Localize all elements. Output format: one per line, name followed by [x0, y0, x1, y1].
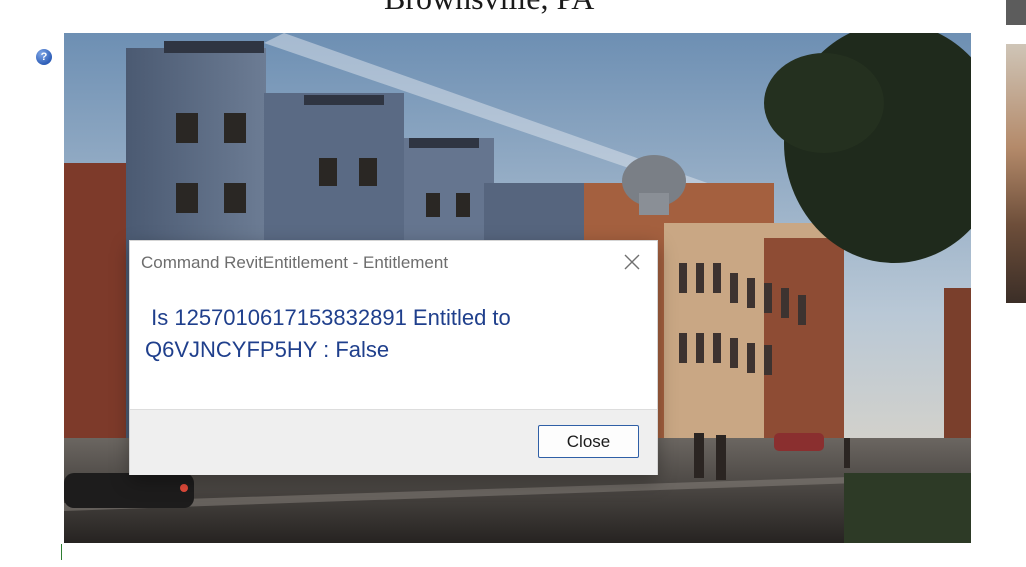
text-caret	[61, 544, 62, 560]
entitlement-dialog: Command RevitEntitlement - Entitlement I…	[130, 241, 657, 475]
side-thumbnail[interactable]	[1006, 44, 1026, 303]
help-icon[interactable]: ?	[36, 49, 52, 65]
close-button[interactable]: Close	[538, 425, 639, 458]
dialog-footer: Close	[130, 409, 657, 475]
dialog-title: Command RevitEntitlement - Entitlement	[141, 253, 449, 272]
page-title: Brownsville, PA	[384, 0, 594, 17]
dialog-message: Is 1257010617153832891 Entitled to Q6VJN…	[145, 305, 511, 362]
close-icon[interactable]	[614, 247, 650, 277]
side-thumbnail[interactable]	[1006, 0, 1026, 25]
